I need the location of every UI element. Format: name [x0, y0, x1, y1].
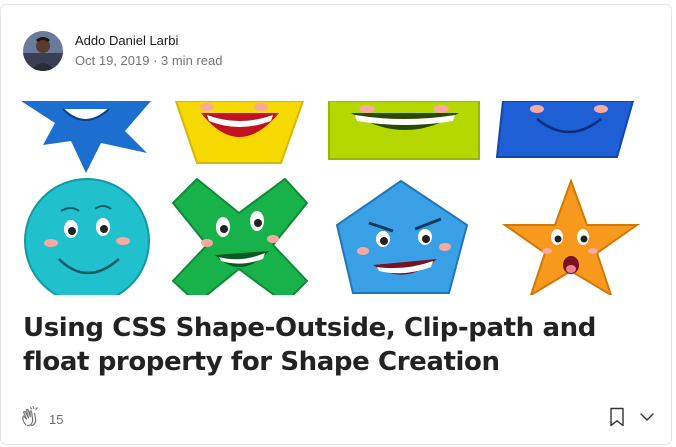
- chevron-down-icon: [637, 413, 657, 431]
- author-meta: Addo Daniel Larbi Oct 19, 2019 · 3 min r…: [75, 32, 222, 70]
- blue-pentagon-shape: [335, 179, 469, 294]
- cyan-circle-shape: [24, 178, 150, 295]
- blue-star-shape: [21, 101, 151, 173]
- clap-icon: [19, 405, 43, 434]
- meta-separator: ·: [149, 53, 162, 68]
- blue-parallelogram-shape: [495, 101, 635, 158]
- bookmark-button[interactable]: [607, 406, 627, 433]
- yellow-shape: [174, 101, 305, 164]
- post-meta: Oct 19, 2019 · 3 min read: [75, 52, 222, 70]
- clap-count: 15: [49, 412, 64, 427]
- hero-image[interactable]: [1, 101, 671, 295]
- orange-star-shape: [501, 178, 641, 295]
- author-header: Addo Daniel Larbi Oct 19, 2019 · 3 min r…: [23, 31, 222, 71]
- more-button[interactable]: [637, 407, 657, 432]
- post-date: Oct 19, 2019: [75, 53, 150, 68]
- bookmark-icon: [607, 407, 627, 432]
- read-time: 3 min read: [161, 53, 223, 68]
- article-footer: 15: [19, 405, 659, 429]
- clap-button[interactable]: 15: [19, 405, 63, 434]
- article-title[interactable]: Using CSS Shape-Outside, Clip-path and f…: [23, 311, 643, 379]
- author-name[interactable]: Addo Daniel Larbi: [75, 32, 222, 50]
- author-avatar[interactable]: [23, 31, 63, 71]
- green-rect-shape: [328, 101, 480, 160]
- article-card[interactable]: Addo Daniel Larbi Oct 19, 2019 · 3 min r…: [0, 4, 672, 445]
- green-cross-shape: [171, 177, 309, 295]
